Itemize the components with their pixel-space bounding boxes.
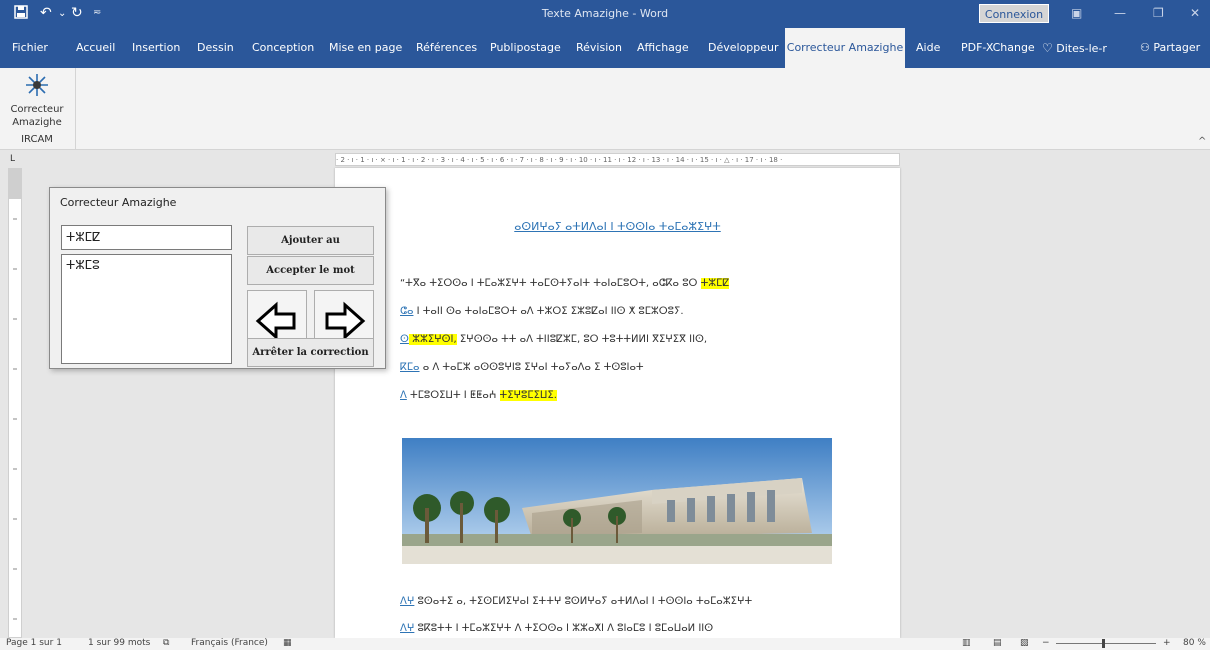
zoom-slider[interactable]: [1056, 643, 1156, 644]
title-bar: ↶ ⌄ ↻ ≂ Texte Amazighe - Word Connexion …: [0, 0, 1210, 28]
zoom-level[interactable]: 80 %: [1183, 638, 1206, 648]
tab-dessin[interactable]: Dessin: [193, 28, 238, 68]
document-footer-line-2[interactable]: ⴷⵖ ⵓⴽⵓⵜⵜ ⵏ ⵜⵎⴰⵣⵉⵖⵜ ⴷ ⵜⵉⵔⵙⴰ ⵏ ⵣⵣⴰⵅⵏ ⴷ ⵓⵏⴰ…: [400, 623, 713, 634]
document-line-2[interactable]: ⵛⴰ ⵏ ⵜⴰⵏⵏ ⵙⴰ ⵜⴰⵏⴰⵎⵓⵔⵜ ⴰⴷ ⵜⵣⵔⵉ ⵉⵣⵓⵇⴰⵏ ⵏⵏⵙ…: [400, 306, 684, 317]
tab-references[interactable]: Références: [412, 28, 481, 68]
correcteur-amazighe-button[interactable]: Correcteur Amazighe IRCAM: [6, 72, 68, 146]
tab-affichage[interactable]: Affichage: [633, 28, 693, 68]
tab-conception[interactable]: Conception: [248, 28, 318, 68]
tab-fichier[interactable]: Fichier: [8, 28, 52, 68]
tab-pdf-xchange[interactable]: PDF-XChange: [957, 28, 1039, 68]
zoom-out-icon[interactable]: −: [1042, 638, 1050, 648]
word-input[interactable]: ⵜⵣⵎⵇ: [61, 225, 232, 250]
dialog-title: Correcteur Amazighe: [60, 196, 177, 209]
underlined-word[interactable]: ⴷⵖ: [400, 596, 414, 607]
tab-aide[interactable]: Aide: [912, 28, 944, 68]
language-indicator[interactable]: Français (France): [191, 638, 268, 648]
suggestion-list[interactable]: ⵜⵣⵎⵓ: [61, 254, 232, 364]
ribbon-tabs: Fichier Accueil Insertion Dessin Concept…: [0, 28, 1210, 68]
ribbon-display-icon[interactable]: ▣: [1071, 6, 1082, 20]
text: ⴰ ⴷ ⵜⴰⵎⵣ ⴰⵙⵙⵓⵖⵏⵓ ⵉⵖⴰⵏ ⵜⴰⵢⴰⴷⴰ ⵉ ⵜⵙⵓⵏⴰⵜ: [419, 362, 644, 373]
text: ⵓⵙⴰⵜⵉ ⴰ, ⵜⵉⵙⵎⵍⵉⵖⴰⵏ ⵉⵜⵜⵖ ⵓⵙⵍⵖⴰⵢ ⴰⵜⵍⴷⴰⵏ ⵏ …: [414, 596, 753, 607]
accept-word-button[interactable]: Accepter le mot: [247, 256, 374, 285]
tab-revision[interactable]: Révision: [572, 28, 626, 68]
share-button[interactable]: ⚇ Partager: [1140, 28, 1200, 68]
misspelled-word[interactable]: ⵜⵣⵎⵇ: [700, 278, 730, 289]
underlined-word[interactable]: ⴽⵎⴰ: [400, 362, 420, 373]
document-footer-line-1[interactable]: ⴷⵖ ⵓⵙⴰⵜⵉ ⴰ, ⵜⵉⵙⵎⵍⵉⵖⴰⵏ ⵉⵜⵜⵖ ⵓⵙⵍⵖⴰⵢ ⴰⵜⵍⴷⴰⵏ…: [400, 596, 752, 607]
horizontal-ruler[interactable]: · 2 · ı · 1 · ı · ⨯ · ı · 1 · ı · 2 · ı …: [335, 153, 900, 166]
ribbon-button-label-line2: Amazighe: [12, 117, 62, 128]
text: ⵓⴽⵓⵜⵜ ⵏ ⵜⵎⴰⵣⵉⵖⵜ ⴷ ⵜⵉⵔⵙⴰ ⵏ ⵣⵣⴰⵅⵏ ⴷ ⵓⵏⴰⵎⵓ …: [414, 623, 714, 634]
suggestion-item[interactable]: ⵜⵣⵎⵓ: [66, 258, 227, 272]
share-person-icon: ⚇: [1140, 41, 1150, 54]
share-label: Partager: [1153, 41, 1201, 54]
word-count[interactable]: 1 sur 99 mots: [88, 638, 150, 648]
text: “ⵜⴳⴰ ⵜⵉⵔⵙⴰ ⵏ ⵜⵎⴰⵣⵉⵖⵜ ⵜⴰⵎⵙⵜⵢⴰⵏⵜ ⵜⴰⵏⴰⵎⵓⵔⵜ,…: [400, 278, 701, 289]
document-line-5[interactable]: ⴷ ⵜⵎⵓⵔⵉⵡⵜ ⵏ ⵟⵟⴰⵄ ⵜⵉⵖⵓⵎⵉⵡⵉ.: [400, 390, 557, 401]
close-icon[interactable]: ✕: [1190, 6, 1200, 20]
proofing-icon[interactable]: ⧉: [163, 638, 169, 648]
collapse-ribbon-icon[interactable]: ^: [1198, 136, 1206, 147]
tab-selector-icon[interactable]: L: [10, 154, 15, 164]
tell-me-box[interactable]: ♡ Dites-le-r: [1042, 28, 1107, 68]
underlined-word[interactable]: ⵛⴰ: [400, 306, 413, 317]
vertical-ruler[interactable]: [8, 168, 22, 638]
misspelled-word[interactable]: ⵜⵉⵖⵓⵎⵉⵡⵉ.: [499, 390, 557, 401]
zoom-slider-thumb[interactable]: [1102, 639, 1105, 648]
document-line-4[interactable]: ⴽⵎⴰ ⴰ ⴷ ⵜⴰⵎⵣ ⴰⵙⵙⵓⵖⵏⵓ ⵉⵖⴰⵏ ⵜⴰⵢⴰⴷⴰ ⵉ ⵜⵙⵓⵏⴰ…: [400, 362, 644, 373]
misspelled-word[interactable]: ⵣⵣⵉⵖⵙⵏ,: [408, 334, 457, 345]
tab-insertion[interactable]: Insertion: [128, 28, 184, 68]
tab-publipostage[interactable]: Publipostage: [486, 28, 565, 68]
add-to-dictionary-button[interactable]: Ajouter au dictionnaire: [247, 226, 374, 273]
document-page[interactable]: ⴰⵙⵍⵖⴰⵢ ⴰⵜⵍⴷⴰⵏ ⵏ ⵜⵙⵙⵏⴰ ⵜⴰⵎⴰⵣⵉⵖⵜ “ⵜⴳⴰ ⵜⵉⵔⵙ…: [335, 168, 900, 638]
connexion-button[interactable]: Connexion: [979, 4, 1049, 23]
document-line-1[interactable]: “ⵜⴳⴰ ⵜⵉⵔⵙⴰ ⵏ ⵜⵎⴰⵣⵉⵖⵜ ⵜⴰⵎⵙⵜⵢⴰⵏⵜ ⵜⴰⵏⴰⵎⵓⵔⵜ,…: [400, 278, 730, 289]
underlined-word[interactable]: ⴷ: [400, 390, 407, 401]
minimize-icon[interactable]: —: [1114, 6, 1126, 20]
macro-record-icon[interactable]: ▦: [283, 638, 292, 648]
stop-correction-button[interactable]: Arrêter la correction: [247, 338, 374, 367]
tab-correcteur-amazighe[interactable]: Correcteur Amazighe: [785, 28, 905, 68]
ircam-logo-icon: [6, 72, 68, 100]
tell-me-label: Dites-le-r: [1056, 42, 1107, 55]
tab-accueil[interactable]: Accueil: [72, 28, 119, 68]
lightbulb-icon: ♡: [1042, 41, 1053, 55]
underlined-word[interactable]: ⵙ: [400, 334, 409, 345]
text: ⵜⵎⵓⵔⵉⵡⵜ ⵏ ⵟⵟⴰⵄ: [406, 390, 500, 401]
tab-developpeur[interactable]: Développeur: [704, 28, 783, 68]
ribbon: Correcteur Amazighe IRCAM ^: [0, 68, 1210, 150]
document-line-3[interactable]: ⵙ ⵣⵣⵉⵖⵙⵏ, ⵉⵖⵙⵙⴰ ⵜⵜ ⴰⴷ ⵜⵏⵏⵓⵇⵣⵎ, ⵓⵔ ⵜⵓⵜⵜⵍⵍ…: [400, 334, 707, 345]
ribbon-group-label: IRCAM: [21, 134, 53, 145]
status-bar: Page 1 sur 1 1 sur 99 mots ⧉ Français (F…: [0, 638, 1210, 650]
document-title[interactable]: ⴰⵙⵍⵖⴰⵢ ⴰⵜⵍⴷⴰⵏ ⵏ ⵜⵙⵙⵏⴰ ⵜⴰⵎⴰⵣⵉⵖⵜ: [335, 220, 900, 233]
zoom-in-icon[interactable]: +: [1163, 638, 1171, 648]
text: ⵉⵖⵙⵙⴰ ⵜⵜ ⴰⴷ ⵜⵏⵏⵓⵇⵣⵎ, ⵓⵔ ⵜⵓⵜⵜⵍⵍⵏ ⴳⵉⵖⵉⴳ ⵏⵏ…: [456, 334, 708, 345]
restore-icon[interactable]: ❐: [1153, 6, 1164, 20]
print-layout-icon[interactable]: ▤: [993, 638, 1002, 648]
building-photo[interactable]: [402, 438, 832, 564]
page-count[interactable]: Page 1 sur 1: [6, 638, 62, 648]
tab-mise-en-page[interactable]: Mise en page: [325, 28, 406, 68]
text: ⵏ ⵜⴰⵏⵏ ⵙⴰ ⵜⴰⵏⴰⵎⵓⵔⵜ ⴰⴷ ⵜⵣⵔⵉ ⵉⵣⵓⵇⴰⵏ ⵏⵏⵙ ⵅ …: [413, 306, 684, 317]
web-layout-icon[interactable]: ▧: [1020, 638, 1029, 648]
ribbon-button-label-line1: Correcteur: [10, 104, 64, 115]
correcteur-dialog: Correcteur Amazighe ⵜⵣⵎⵇ ⵜⵣⵎⵓ Ajouter au…: [49, 187, 386, 369]
underlined-word[interactable]: ⴷⵖ: [400, 623, 414, 634]
read-mode-icon[interactable]: ▥: [962, 638, 971, 648]
